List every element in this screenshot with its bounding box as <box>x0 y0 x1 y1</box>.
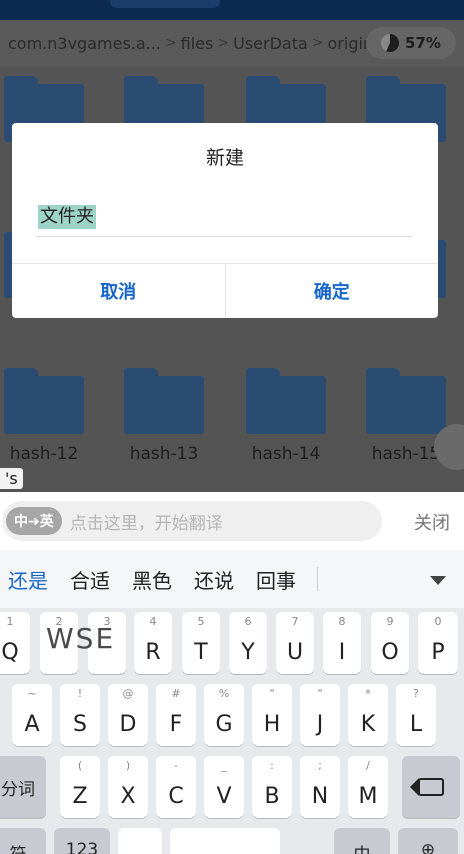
folder-item[interactable]: hash-12 <box>4 368 84 464</box>
folder-icon <box>124 368 204 434</box>
key-a[interactable]: ~ A <box>12 684 52 746</box>
number-key[interactable]: 123 <box>54 828 110 854</box>
key-u[interactable]: 7U <box>276 612 314 674</box>
folder-name: hash-14 <box>251 444 321 464</box>
segment-key[interactable]: 分词 <box>0 756 46 818</box>
candidate-bar: 还是 合适 黑色 还说 回事 <box>0 550 464 608</box>
key-b[interactable]: :B <box>252 756 292 818</box>
key-i[interactable]: 8I <box>323 612 361 674</box>
key-o[interactable]: 9O <box>371 612 409 674</box>
dialog-actions: 取消 确定 <box>12 263 438 318</box>
expand-candidates-icon[interactable] <box>430 576 446 585</box>
storage-indicator[interactable]: 57% <box>366 27 456 59</box>
space-key[interactable] <box>170 828 280 854</box>
folder-item[interactable]: hash-13 <box>124 368 204 464</box>
new-folder-dialog: 新建 文件夹 取消 确定 <box>12 123 438 318</box>
key-z[interactable]: (Z <box>60 756 100 818</box>
key-v[interactable]: _ V <box>204 756 244 818</box>
key-j[interactable]: " J <box>300 684 340 746</box>
status-strip <box>0 0 464 20</box>
backspace-icon <box>410 778 444 796</box>
autocomplete-hint[interactable]: 's <box>0 468 23 489</box>
candidate-word[interactable]: 还说 <box>183 565 245 594</box>
key-p[interactable]: 0P <box>418 612 458 674</box>
folder-item[interactable]: hash-14 <box>246 368 326 464</box>
key-r[interactable]: 4R <box>134 612 172 674</box>
key-m[interactable]: / M <box>348 756 388 818</box>
folder-icon <box>366 368 446 434</box>
key-f[interactable]: # F <box>156 684 196 746</box>
pie-chart-icon <box>381 34 400 52</box>
candidate-word[interactable]: 还是 <box>0 565 59 594</box>
folder-icon <box>246 368 326 434</box>
key-h[interactable]: " H <box>252 684 292 746</box>
key-s[interactable]: ! S <box>60 684 100 746</box>
key-g[interactable]: % G <box>204 684 244 746</box>
key-t[interactable]: 5T <box>182 612 220 674</box>
key-y[interactable]: 6Y <box>229 612 267 674</box>
language-toggle[interactable]: 中➜英 <box>6 507 62 535</box>
folder-item[interactable]: hash-15 <box>366 368 446 464</box>
gesture-ghost-text: WSE <box>46 622 116 655</box>
key-x[interactable]: ) X <box>108 756 148 818</box>
status-pill <box>110 0 220 8</box>
confirm-button[interactable]: 确定 <box>226 264 439 318</box>
breadcrumb-item-files[interactable]: files <box>181 34 214 53</box>
close-translate-button[interactable]: 关闭 <box>414 509 450 535</box>
selected-text[interactable]: 文件夹 <box>38 205 96 229</box>
dialog-title: 新建 <box>205 147 244 169</box>
key-d[interactable]: @ D <box>108 684 148 746</box>
key-c[interactable]: -C <box>156 756 196 818</box>
comma-key[interactable] <box>118 828 162 854</box>
breadcrumb-item-package[interactable]: com.n3vgames.a... <box>8 34 161 53</box>
folder-name-input[interactable]: 文件夹 <box>36 205 412 237</box>
symbol-key[interactable]: 符 <box>0 828 46 854</box>
emoji-key[interactable]: ⊕ <box>398 828 458 854</box>
chevron-right-icon: > <box>311 35 324 51</box>
soft-keyboard: 1Q 2 3 4R 5T 6Y 7U 8I 9O 0P WSE ~ A ! S @ D… <box>0 608 464 854</box>
folder-name: hash-13 <box>129 444 199 464</box>
chevron-right-icon: > <box>164 35 177 51</box>
key-k[interactable]: * K <box>348 684 388 746</box>
folder-name: hash-12 <box>9 444 79 464</box>
storage-percent: 57% <box>405 34 441 52</box>
translate-input[interactable]: 中➜英 点击这里，开始翻译 <box>2 501 382 541</box>
folder-icon <box>4 368 84 434</box>
key-l[interactable]: ? L <box>396 684 436 746</box>
translate-bar: 中➜英 点击这里，开始翻译 关闭 <box>0 492 464 550</box>
divider <box>317 567 318 591</box>
candidate-word[interactable]: 黑色 <box>121 565 183 594</box>
language-key[interactable]: 中 <box>334 828 390 854</box>
key-q[interactable]: 1Q <box>0 612 30 674</box>
key-n[interactable]: ; N <box>300 756 340 818</box>
cancel-button[interactable]: 取消 <box>12 264 225 318</box>
backspace-key[interactable] <box>402 756 460 818</box>
candidate-word[interactable]: 合适 <box>59 565 121 594</box>
breadcrumb-item-userdata[interactable]: UserData <box>233 34 308 53</box>
candidate-word[interactable]: 回事 <box>245 565 307 594</box>
translate-placeholder: 点击这里，开始翻译 <box>69 513 223 534</box>
chevron-right-icon: > <box>217 35 230 51</box>
